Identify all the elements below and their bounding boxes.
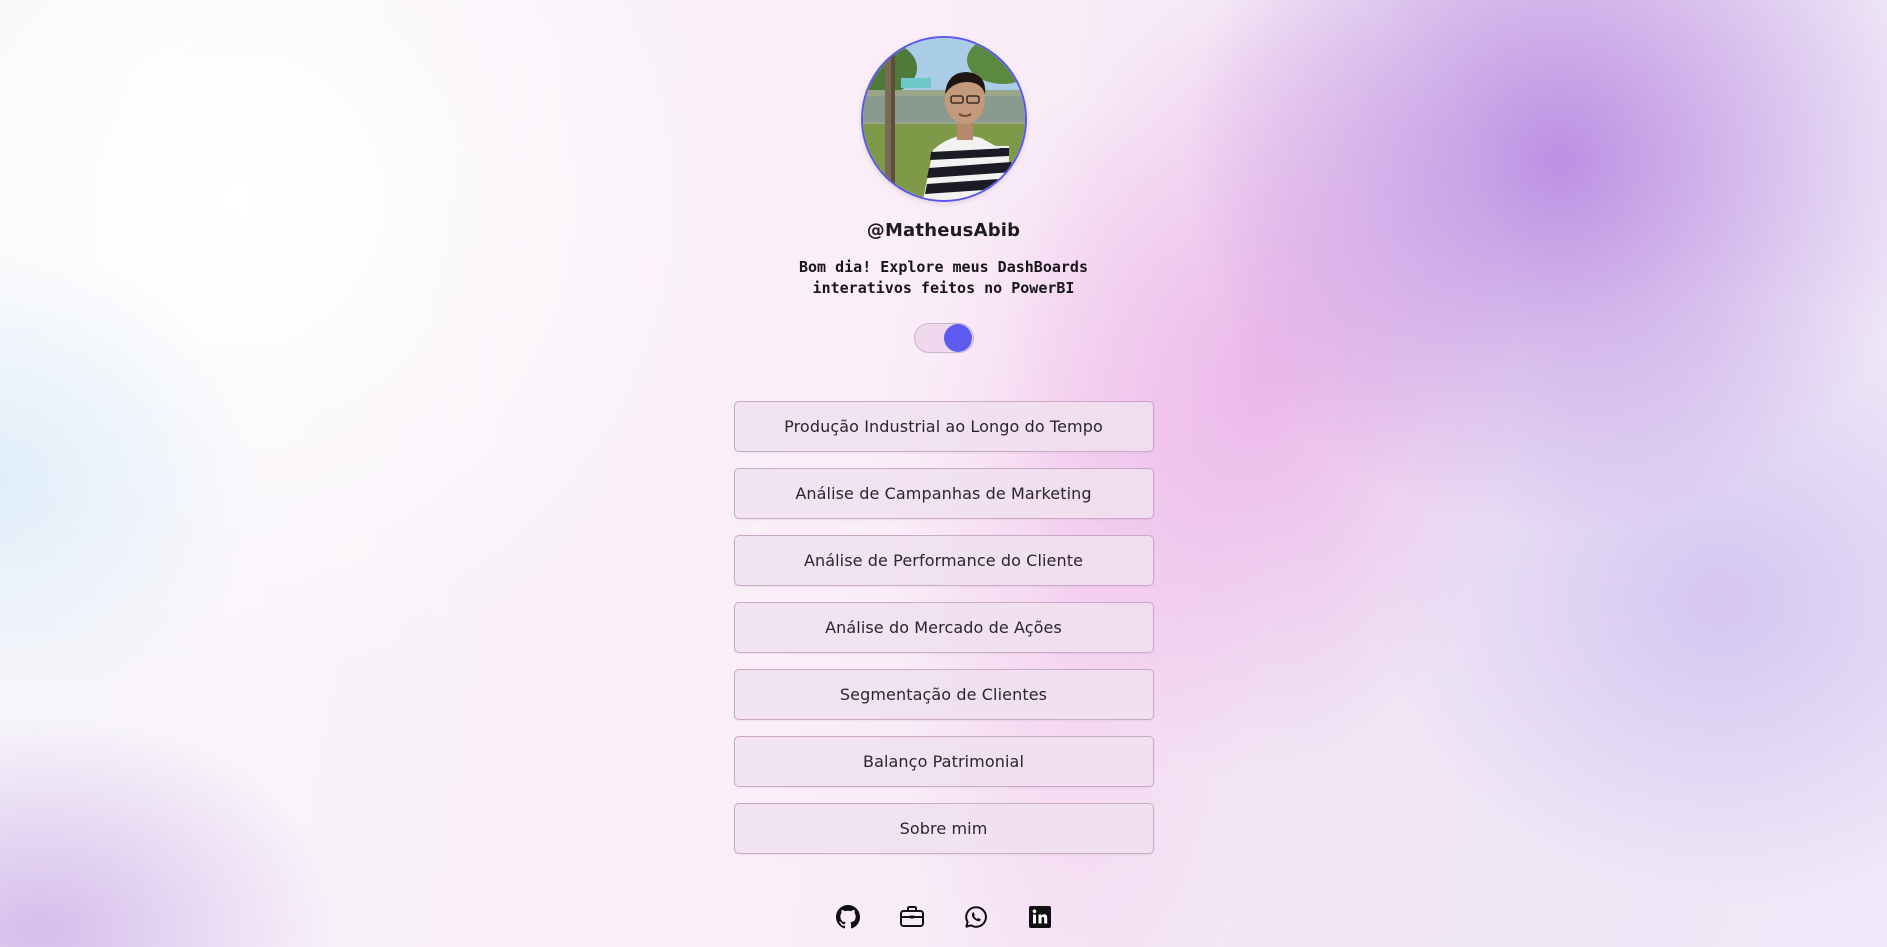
social-links xyxy=(835,904,1053,930)
profile-tagline: Bom dia! Explore meus DashBoards interat… xyxy=(799,258,1088,297)
link-campanhas-marketing[interactable]: Análise de Campanhas de Marketing xyxy=(733,468,1154,519)
profile-card: @MatheusAbib Bom dia! Explore meus DashB… xyxy=(0,0,1887,930)
theme-toggle[interactable] xyxy=(913,323,974,353)
avatar-photo xyxy=(862,38,1025,200)
toggle-knob xyxy=(943,324,972,352)
link-performance-cliente[interactable]: Análise de Performance do Cliente xyxy=(733,535,1154,586)
github-icon[interactable] xyxy=(835,904,861,930)
link-sobre-mim[interactable]: Sobre mim xyxy=(733,803,1154,854)
link-mercado-acoes[interactable]: Análise do Mercado de Ações xyxy=(733,602,1154,653)
avatar xyxy=(860,36,1027,202)
profile-handle: @MatheusAbib xyxy=(866,220,1021,241)
link-balanco-patrimonial[interactable]: Balanço Patrimonial xyxy=(733,736,1154,787)
link-list: Produção Industrial ao Longo do Tempo An… xyxy=(733,401,1154,854)
linkedin-icon[interactable] xyxy=(1027,904,1053,930)
link-segmentacao-clientes[interactable]: Segmentação de Clientes xyxy=(733,669,1154,720)
link-producao-industrial[interactable]: Produção Industrial ao Longo do Tempo xyxy=(733,401,1154,452)
whatsapp-icon[interactable] xyxy=(963,904,989,930)
briefcase-icon[interactable] xyxy=(899,904,925,930)
